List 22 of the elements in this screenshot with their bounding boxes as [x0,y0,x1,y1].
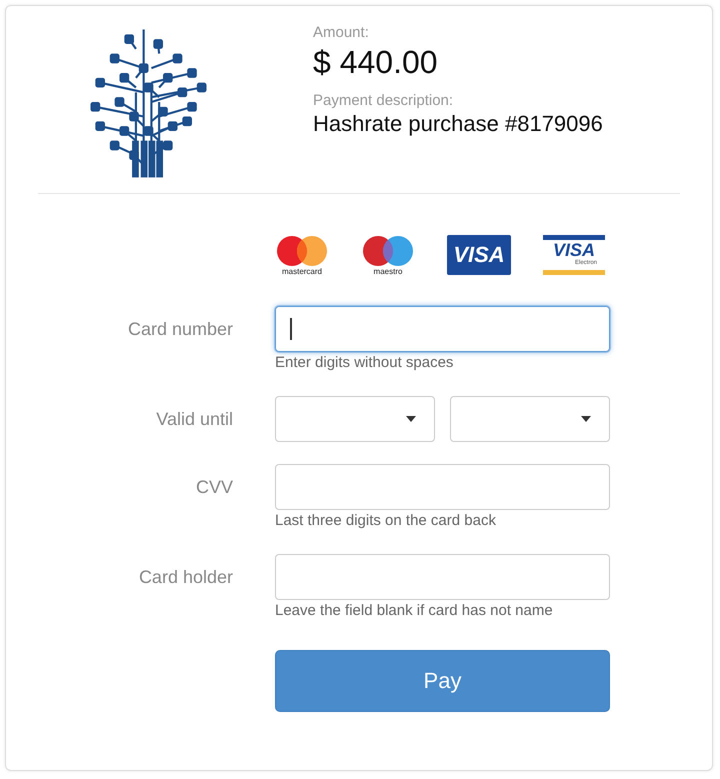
description-label: Payment description: [313,92,454,110]
dropdown-field[interactable] [275,396,435,442]
field-hint: Leave the field blank if card has not name [275,601,554,621]
input-field[interactable] [275,554,610,600]
field-hint: Last three digits on the card back [275,511,497,531]
field-label: Card holder [138,566,234,589]
pay-button[interactable]: Pay [275,650,610,712]
field-label: Card number [126,318,234,341]
field-label: Valid until [155,408,234,431]
visa-logo: VISA [447,235,511,275]
amount-label: Amount: [313,24,370,42]
dropdown-field[interactable] [450,396,610,442]
caret-down-icon [581,416,591,422]
input-field[interactable] [275,464,610,510]
mastercard-logo: mastercard [275,234,329,276]
caret-down-icon [406,416,416,422]
input-field[interactable] [275,306,610,352]
field-label: CVV [194,476,234,499]
field-hint: Enter digits without spaces [275,353,454,373]
description-value: Hashrate purchase #8179096 [313,110,603,138]
amount-value: $ 440.00 [313,43,439,82]
maestro-logo: maestro [361,234,415,276]
